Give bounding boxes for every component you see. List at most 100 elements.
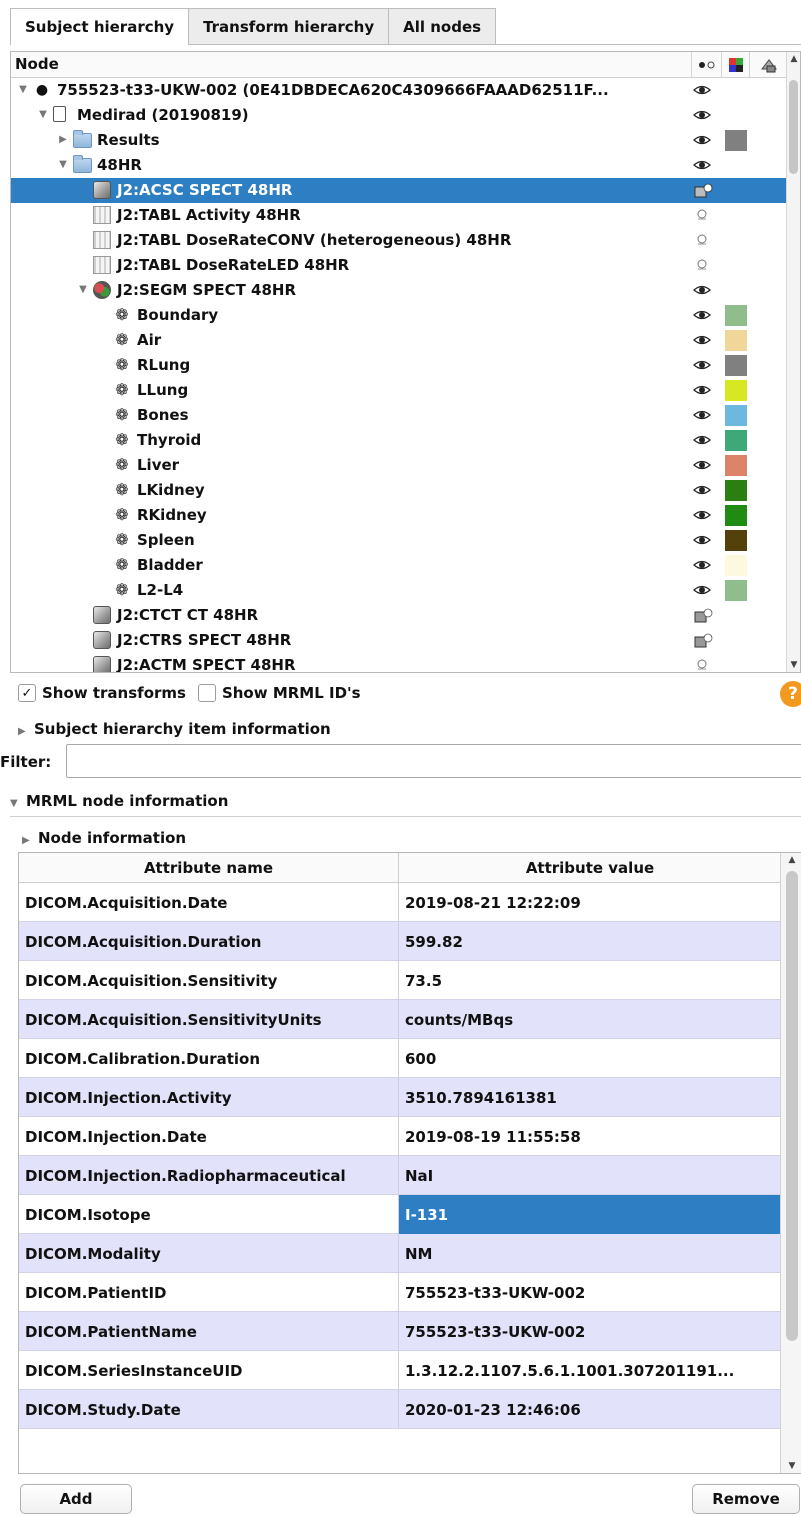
color-swatch[interactable] (725, 355, 747, 376)
color-swatch[interactable] (725, 455, 747, 476)
color-swatch[interactable] (725, 330, 747, 351)
eye-icon[interactable] (693, 408, 711, 422)
attribute-row[interactable]: DICOM.Acquisition.Date 2019-08-21 12:22:0… (19, 883, 781, 922)
attribute-row[interactable]: DICOM.Modality NM (19, 1234, 781, 1273)
eye-icon[interactable] (693, 533, 711, 547)
attribute-row[interactable]: DICOM.Study.Date 2020-01-23 12:46:06 (19, 1390, 781, 1429)
tree-row[interactable]: ❁ Bones (11, 403, 786, 428)
eye-icon[interactable] (693, 358, 711, 372)
attribute-value-cell[interactable]: 599.82 (399, 922, 781, 961)
eye-icon[interactable] (693, 108, 711, 122)
add-button[interactable]: Add (20, 1484, 132, 1514)
attribute-name-cell[interactable]: DICOM.Isotope (19, 1195, 399, 1234)
attribute-value-cell[interactable]: NM (399, 1234, 781, 1273)
eye-icon[interactable] (693, 433, 711, 447)
tree-row[interactable]: ❁ Bladder (11, 553, 786, 578)
tree-row[interactable]: ❁ L2-L4 (11, 578, 786, 603)
attribute-row[interactable]: DICOM.Acquisition.SensitivityUnits counts… (19, 1000, 781, 1039)
color-swatch[interactable] (725, 405, 747, 426)
tree-row[interactable]: J2:CTCT CT 48HR (11, 603, 786, 628)
eye-closed-icon[interactable] (693, 208, 711, 222)
attribute-name-cell[interactable]: DICOM.PatientName (19, 1312, 399, 1351)
column-header-attribute-name[interactable]: Attribute name (19, 853, 399, 883)
node-info-section[interactable]: ▶ Node information (22, 829, 186, 847)
attribute-name-cell[interactable]: DICOM.Acquisition.Date (19, 883, 399, 922)
tree-row[interactable]: ▼ J2:SEGM SPECT 48HR (11, 278, 786, 303)
attribute-name-cell[interactable]: DICOM.SeriesInstanceUID (19, 1351, 399, 1390)
collapsed-arrow-icon[interactable]: ▶ (57, 133, 69, 147)
show-mrml-ids-checkbox[interactable] (197, 684, 216, 702)
tab-subject-hierarchy[interactable]: Subject hierarchy (10, 8, 190, 45)
color-swatch[interactable] (725, 305, 747, 326)
eye-closed-icon[interactable] (693, 233, 711, 247)
attribute-row[interactable]: DICOM.PatientID 755523-t33-UKW-002 (19, 1273, 781, 1312)
tree-row[interactable]: ❁ LKidney (11, 478, 786, 503)
scroll-down-icon[interactable]: ▼ (787, 658, 800, 672)
tree-row[interactable]: J2:TABL DoseRateLED 48HR (11, 253, 786, 278)
eye-closed-icon[interactable] (693, 658, 711, 672)
color-swatch[interactable] (725, 580, 747, 601)
expanded-arrow-icon[interactable]: ▼ (57, 158, 69, 172)
attribute-value-cell[interactable]: 2020-01-23 12:46:06 (399, 1390, 781, 1429)
attribute-row[interactable]: DICOM.Calibration.Duration 600 (19, 1039, 781, 1078)
attribute-name-cell[interactable]: DICOM.PatientID (19, 1273, 399, 1312)
attribute-row[interactable]: DICOM.Acquisition.Duration 599.82 (19, 922, 781, 961)
attribute-row[interactable]: DICOM.PatientName 755523-t33-UKW-002 (19, 1312, 781, 1351)
eye-icon[interactable] (693, 483, 711, 497)
attribute-value-cell[interactable]: NaI (399, 1156, 781, 1195)
tree-row[interactable]: ❁ Spleen (11, 528, 786, 553)
eye-icon[interactable] (693, 158, 711, 172)
volume-hidden-icon[interactable] (693, 633, 713, 648)
sh-item-info-section[interactable]: ▶ Subject hierarchy item information (18, 720, 331, 738)
tree-row[interactable]: ❁ Boundary (11, 303, 786, 328)
remove-button[interactable]: Remove (692, 1484, 800, 1514)
eye-icon[interactable] (693, 383, 711, 397)
scroll-up-icon[interactable]: ▲ (781, 855, 801, 865)
filter-input[interactable] (66, 744, 801, 778)
column-header-attribute-value[interactable]: Attribute value (399, 853, 781, 883)
eye-icon[interactable] (693, 133, 711, 147)
volume-hidden-icon[interactable] (693, 608, 713, 623)
scroll-up-icon[interactable]: ▲ (787, 52, 800, 66)
column-header-transform[interactable] (749, 52, 787, 78)
color-swatch[interactable] (725, 480, 747, 501)
color-swatch[interactable] (725, 555, 747, 576)
tab-transform-hierarchy[interactable]: Transform hierarchy (188, 8, 390, 44)
eye-icon[interactable] (693, 333, 711, 347)
tree-scroll-thumb[interactable] (789, 80, 798, 174)
attribute-name-cell[interactable]: DICOM.Modality (19, 1234, 399, 1273)
attribute-row[interactable]: DICOM.Acquisition.Sensitivity 73.5 (19, 961, 781, 1000)
tree-row[interactable]: ❁ Thyroid (11, 428, 786, 453)
attribute-row[interactable]: DICOM.SeriesInstanceUID 1.3.12.2.1107.5.6… (19, 1351, 781, 1390)
color-swatch[interactable] (725, 505, 747, 526)
attribute-value-cell[interactable]: 1.3.12.2.1107.5.6.1.1001.307201191... (399, 1351, 781, 1390)
attribute-value-cell[interactable]: 73.5 (399, 961, 781, 1000)
attribute-table[interactable]: Attribute name Attribute value DICOM.Acq… (18, 852, 801, 1474)
attribute-name-cell[interactable]: DICOM.Acquisition.Duration (19, 922, 399, 961)
column-header-node[interactable]: Node (15, 55, 59, 73)
eye-icon[interactable] (693, 558, 711, 572)
attribute-value-cell[interactable]: 3510.7894161381 (399, 1078, 781, 1117)
eye-closed-icon[interactable] (693, 258, 711, 272)
eye-icon[interactable] (693, 283, 711, 297)
tree-row[interactable]: ❁ RKidney (11, 503, 786, 528)
attribute-row[interactable]: DICOM.Injection.Radiopharmaceutical NaI (19, 1156, 781, 1195)
attribute-row[interactable]: DICOM.Isotope I-131 (19, 1195, 781, 1234)
color-swatch[interactable] (725, 530, 747, 551)
tree-row[interactable]: ❁ LLung (11, 378, 786, 403)
attribute-row[interactable]: DICOM.Injection.Activity 3510.7894161381 (19, 1078, 781, 1117)
attribute-name-cell[interactable]: DICOM.Injection.Date (19, 1117, 399, 1156)
volume-visible-icon[interactable] (693, 183, 713, 198)
attribute-value-cell[interactable]: 2019-08-19 11:55:58 (399, 1117, 781, 1156)
eye-icon[interactable] (693, 308, 711, 322)
subject-hierarchy-tree[interactable]: Node ▼ ● 755523-t33-UKW-002 (0E41DBDECA620… (10, 51, 801, 673)
attribute-scroll-thumb[interactable] (786, 871, 798, 1341)
eye-icon[interactable] (693, 583, 711, 597)
attribute-value-cell[interactable]: 755523-t33-UKW-002 (399, 1312, 781, 1351)
attribute-name-cell[interactable]: DICOM.Calibration.Duration (19, 1039, 399, 1078)
column-header-visibility[interactable] (691, 52, 721, 78)
attribute-name-cell[interactable]: DICOM.Injection.Activity (19, 1078, 399, 1117)
column-header-color[interactable] (721, 52, 749, 78)
attribute-value-cell[interactable]: 2019-08-21 12:22:09 (399, 883, 781, 922)
scroll-down-icon[interactable]: ▼ (781, 1461, 801, 1471)
